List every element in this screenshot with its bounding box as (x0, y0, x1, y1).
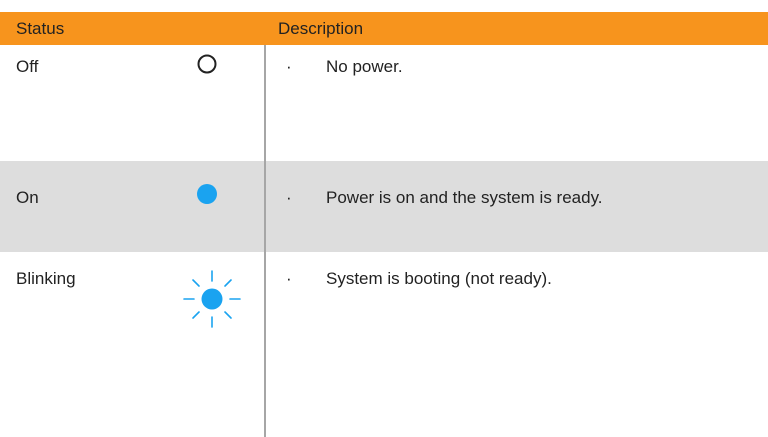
description-column-header: Description (278, 19, 364, 38)
table-row-off: Off · No power. (0, 45, 768, 161)
bullet-blinking: · (286, 269, 292, 288)
led-blinking-icon (179, 266, 245, 337)
table-header: Status Description (0, 12, 768, 45)
description-on: Power is on and the system is ready. (326, 188, 603, 207)
led-on-icon (196, 183, 218, 210)
description-blinking: System is booting (not ready). (326, 269, 552, 288)
status-label-blinking: Blinking (16, 269, 76, 288)
led-off-icon (196, 53, 218, 80)
description-off: No power. (326, 57, 403, 76)
bullet-off: · (286, 57, 292, 76)
status-label-off: Off (16, 57, 39, 76)
status-label-on: On (16, 188, 39, 207)
table-row-blinking: Blinking · System is booting (not ready)… (0, 252, 768, 437)
bullet-on: · (286, 188, 292, 207)
table-row-on: On · Power is on and the system is ready… (0, 161, 768, 252)
status-table: Status Description Off · No power. On · … (0, 0, 768, 437)
status-column-header: Status (16, 19, 65, 38)
column-divider (264, 45, 266, 437)
